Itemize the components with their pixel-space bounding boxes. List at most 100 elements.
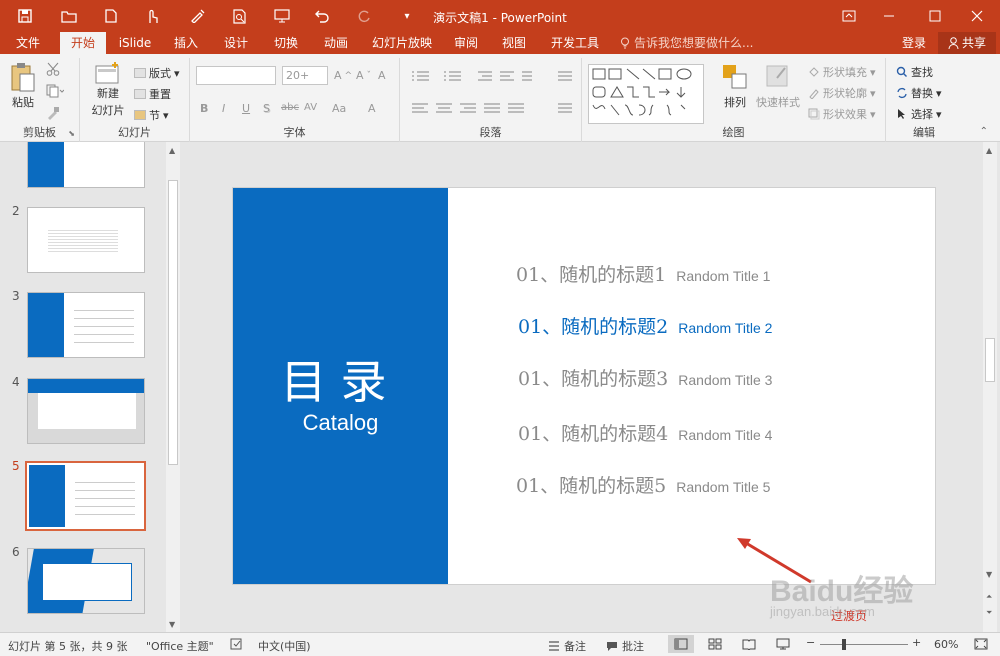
replace-button[interactable]: 替换 ▾ [896, 85, 942, 101]
scrollbar-thumb[interactable] [168, 180, 178, 465]
shape-effect-button[interactable]: 形状效果 ▾ [808, 106, 876, 122]
slide-canvas[interactable]: 目录 Catalog 01、随机的标题1 Random Title 1 01、随机… [232, 187, 936, 585]
clear-format-icon[interactable]: A [378, 69, 386, 82]
touch-mode-icon[interactable] [140, 0, 164, 32]
scroll-up-icon[interactable]: ▲ [169, 146, 175, 155]
normal-view-icon[interactable] [668, 635, 694, 653]
editor-scrollbar-thumb[interactable] [985, 338, 995, 382]
print-preview-icon[interactable] [228, 0, 252, 32]
close-icon[interactable] [954, 0, 1000, 32]
select-button[interactable]: 选择 ▾ [896, 106, 942, 122]
zoom-slider-thumb[interactable] [842, 639, 846, 650]
section-button[interactable]: 节 ▾ [134, 107, 169, 123]
toc-item-1[interactable]: 01、随机的标题1 Random Title 1 [516, 260, 770, 287]
slide-thumbnail-1[interactable] [27, 142, 145, 188]
tab-developer[interactable]: 开发工具 [542, 32, 608, 54]
slide-thumbnail-2[interactable] [27, 207, 145, 273]
tab-transitions[interactable]: 切换 [264, 32, 308, 54]
paragraph-tools-icon[interactable] [408, 70, 578, 116]
editor-scroll-down-icon[interactable]: ▼ [986, 570, 992, 579]
paragraph-group: 段落 [400, 58, 582, 142]
notes-button[interactable]: 备注 [548, 638, 586, 654]
change-case-button[interactable]: Aa [332, 102, 346, 115]
tab-view[interactable]: 视图 [494, 32, 534, 54]
tab-file[interactable]: 文件 [6, 32, 50, 54]
increase-font-icon[interactable]: A ^ [334, 69, 352, 82]
slide-thumbnail-6[interactable] [27, 548, 145, 614]
toc-item-5[interactable]: 01、随机的标题5 Random Title 5 [516, 471, 770, 498]
slideshow-icon[interactable] [270, 0, 294, 32]
minimize-icon[interactable] [866, 0, 912, 32]
spellcheck-icon[interactable] [230, 638, 244, 653]
undo-icon[interactable] [310, 0, 334, 32]
editor-scrollbar[interactable]: ▲ ▼ ⏶ ⏷ [983, 142, 997, 632]
collapse-ribbon-icon[interactable]: ⌃ [980, 126, 988, 137]
save-icon[interactable] [13, 0, 37, 32]
new-icon[interactable] [99, 0, 123, 32]
format-painter-ribbon-icon[interactable] [46, 106, 60, 120]
font-size-value: 20+ [286, 69, 310, 82]
tab-islide[interactable]: iSlide [112, 32, 158, 54]
toc-item-3[interactable]: 01、随机的标题3 Random Title 3 [518, 364, 772, 391]
tell-me-box[interactable]: 告诉我您想要做什么... [620, 32, 770, 54]
share-button[interactable]: 共享 [938, 32, 996, 54]
tab-animations[interactable]: 动画 [314, 32, 358, 54]
slide-thumbnail-4[interactable] [27, 378, 145, 444]
fit-to-window-icon[interactable] [974, 638, 988, 653]
comments-button[interactable]: 批注 [606, 638, 644, 654]
font-color-button[interactable]: A [368, 102, 376, 115]
shapes-gallery[interactable] [588, 64, 704, 124]
shape-fill-button[interactable]: 形状填充 ▾ [808, 64, 876, 80]
decrease-font-icon[interactable]: Aˇ [356, 69, 371, 82]
language-status[interactable]: 中文(中国) [258, 638, 311, 654]
font-size-box[interactable]: 20+ [282, 66, 328, 85]
reading-view-icon[interactable] [742, 638, 756, 653]
strikethrough-button[interactable]: abc [281, 102, 299, 113]
shape-outline-button[interactable]: 形状轮廓 ▾ [808, 85, 876, 101]
arrange-button[interactable]: 排列 [722, 64, 748, 110]
prev-slide-icon[interactable]: ⏶ [986, 592, 992, 602]
tab-insert[interactable]: 插入 [164, 32, 208, 54]
new-slide-label: 新建 [97, 87, 119, 100]
tab-review[interactable]: 审阅 [446, 32, 486, 54]
layout-button[interactable]: 版式 ▾ [134, 65, 180, 81]
font-name-box[interactable] [196, 66, 276, 85]
thumbnails-scrollbar[interactable]: ▲ ▼ [166, 142, 180, 632]
zoom-in-icon[interactable]: + [912, 636, 921, 649]
maximize-icon[interactable] [912, 0, 958, 32]
zoom-level[interactable]: 60% [934, 638, 958, 651]
slide-thumbnail-5[interactable] [25, 461, 146, 531]
customize-qat-icon[interactable]: ▾ [395, 0, 419, 32]
toc-item-2[interactable]: 01、随机的标题2 Random Title 2 [518, 312, 772, 339]
shadow-button[interactable]: S [263, 102, 270, 115]
next-slide-icon[interactable]: ⏷ [986, 608, 992, 618]
zoom-slider[interactable] [820, 644, 908, 645]
open-icon[interactable] [57, 0, 81, 32]
slide-editor: 目录 Catalog 01、随机的标题1 Random Title 1 01、随机… [183, 142, 997, 632]
italic-button[interactable]: I [222, 102, 225, 115]
dialog-launcher-icon[interactable]: ⬊ [68, 129, 75, 138]
toc-item-4[interactable]: 01、随机的标题4 Random Title 4 [518, 419, 772, 446]
editor-scroll-up-icon[interactable]: ▲ [986, 146, 992, 155]
cut-icon[interactable] [46, 62, 60, 76]
char-spacing-button[interactable]: AV [304, 102, 317, 113]
new-slide-button[interactable]: 新建 幻灯片 [86, 62, 130, 118]
quick-styles-button[interactable]: 快速样式 [756, 64, 800, 110]
scroll-down-icon[interactable]: ▼ [169, 620, 175, 629]
copy-icon[interactable] [46, 84, 64, 98]
tab-slideshow[interactable]: 幻灯片放映 [364, 32, 440, 54]
redo-icon[interactable] [352, 0, 376, 32]
zoom-out-icon[interactable]: − [806, 636, 815, 649]
bold-button[interactable]: B [200, 102, 208, 115]
format-painter-icon[interactable] [186, 0, 210, 32]
tab-design[interactable]: 设计 [214, 32, 258, 54]
find-button[interactable]: 查找 [896, 64, 933, 80]
tab-home[interactable]: 开始 [60, 32, 106, 54]
slide-thumbnail-3[interactable] [27, 292, 145, 358]
reset-button[interactable]: 重置 [134, 86, 171, 102]
slide-sorter-icon[interactable] [708, 638, 722, 653]
underline-button[interactable]: U [242, 102, 250, 115]
login-link[interactable]: 登录 [896, 32, 932, 54]
slideshow-view-icon[interactable] [776, 638, 790, 653]
paste-button[interactable]: 粘贴 [10, 62, 36, 110]
